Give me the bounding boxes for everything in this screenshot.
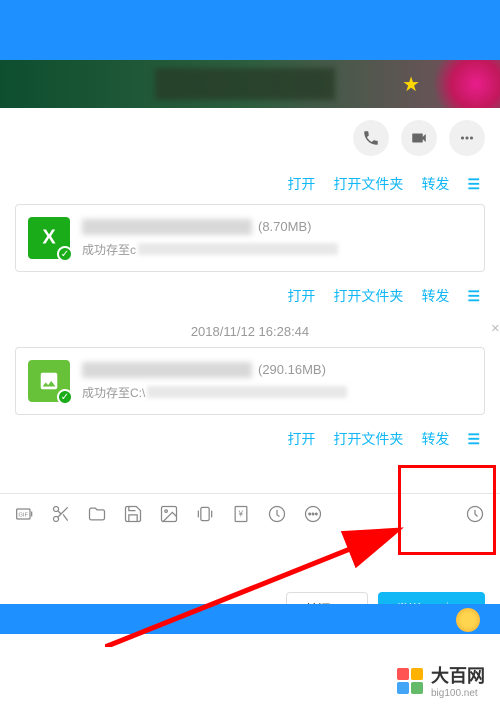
close-panel-icon[interactable]: ✕ xyxy=(491,322,500,335)
more-menu-icon[interactable]: ☰ xyxy=(467,176,480,193)
forward-link[interactable]: 转发 xyxy=(421,286,449,306)
file-actions-row: 打开 打开文件夹 转发 ☰ xyxy=(15,280,485,316)
file-name-blurred xyxy=(82,362,252,378)
forward-link[interactable]: 转发 xyxy=(421,174,449,194)
forward-link[interactable]: 转发 xyxy=(421,429,449,449)
desktop-background-bottom xyxy=(0,604,500,634)
star-icon: ★ xyxy=(402,72,420,97)
contact-name-blurred xyxy=(155,68,335,100)
file-status: 成功存至c xyxy=(82,241,472,258)
video-call-button[interactable] xyxy=(401,120,437,156)
open-link[interactable]: 打开 xyxy=(287,429,315,449)
message-input-toolbar: GIF ¥ xyxy=(0,493,500,534)
watermark-logo xyxy=(397,668,423,694)
file-actions-row: 打开 打开文件夹 转发 ☰ xyxy=(15,168,485,204)
voice-call-button[interactable] xyxy=(353,120,389,156)
more-options-button[interactable] xyxy=(449,120,485,156)
message-timestamp: 2018/11/12 16:28:44 xyxy=(15,316,485,347)
svg-text:GIF: GIF xyxy=(18,513,28,519)
more-menu-icon[interactable]: ☰ xyxy=(467,288,480,305)
open-link[interactable]: 打开 xyxy=(287,286,315,306)
file-size: (290.16MB) xyxy=(258,362,326,377)
excel-file-icon: X ✓ xyxy=(28,217,70,259)
chat-window-header: ★ xyxy=(0,60,500,108)
more-menu-icon[interactable]: ☰ xyxy=(467,431,480,448)
path-blurred xyxy=(138,243,338,255)
watermark: 大百网 big100.net xyxy=(397,662,485,699)
file-status: 成功存至C:\ xyxy=(82,384,472,401)
chat-messages-area: ✕ 打开 打开文件夹 转发 ☰ X ✓ (8.70MB) 成功存至c xyxy=(0,168,500,493)
open-folder-link[interactable]: 打开文件夹 xyxy=(333,174,403,194)
call-toolbar xyxy=(0,108,500,168)
shake-icon[interactable] xyxy=(195,504,215,524)
save-icon[interactable] xyxy=(123,504,143,524)
gif-icon[interactable]: GIF xyxy=(15,504,35,524)
svg-text:¥: ¥ xyxy=(238,509,244,519)
scissors-icon[interactable] xyxy=(51,504,71,524)
file-card: ✓ (290.16MB) 成功存至C:\ xyxy=(15,347,485,415)
open-folder-link[interactable]: 打开文件夹 xyxy=(333,429,403,449)
file-card: X ✓ (8.70MB) 成功存至c xyxy=(15,204,485,272)
watermark-text-cn: 大百网 xyxy=(431,662,485,688)
folder-icon[interactable] xyxy=(87,504,107,524)
desktop-background-top xyxy=(0,0,500,60)
file-name-blurred xyxy=(82,219,252,235)
open-folder-link[interactable]: 打开文件夹 xyxy=(333,286,403,306)
music-icon[interactable] xyxy=(267,504,287,524)
history-clock-icon[interactable] xyxy=(465,504,485,524)
header-decoration xyxy=(420,60,500,108)
path-blurred xyxy=(147,386,347,398)
message-input[interactable] xyxy=(0,534,500,584)
file-size: (8.70MB) xyxy=(258,219,311,234)
taskbar-icon xyxy=(456,608,480,632)
more-tools-icon[interactable] xyxy=(303,504,323,524)
watermark-text-en: big100.net xyxy=(431,688,485,699)
money-icon[interactable]: ¥ xyxy=(231,504,251,524)
image-file-icon: ✓ xyxy=(28,360,70,402)
success-check-icon: ✓ xyxy=(57,389,73,405)
file-actions-row: 打开 打开文件夹 转发 ☰ xyxy=(15,423,485,459)
open-link[interactable]: 打开 xyxy=(287,174,315,194)
success-check-icon: ✓ xyxy=(57,246,73,262)
image-icon[interactable] xyxy=(159,504,179,524)
